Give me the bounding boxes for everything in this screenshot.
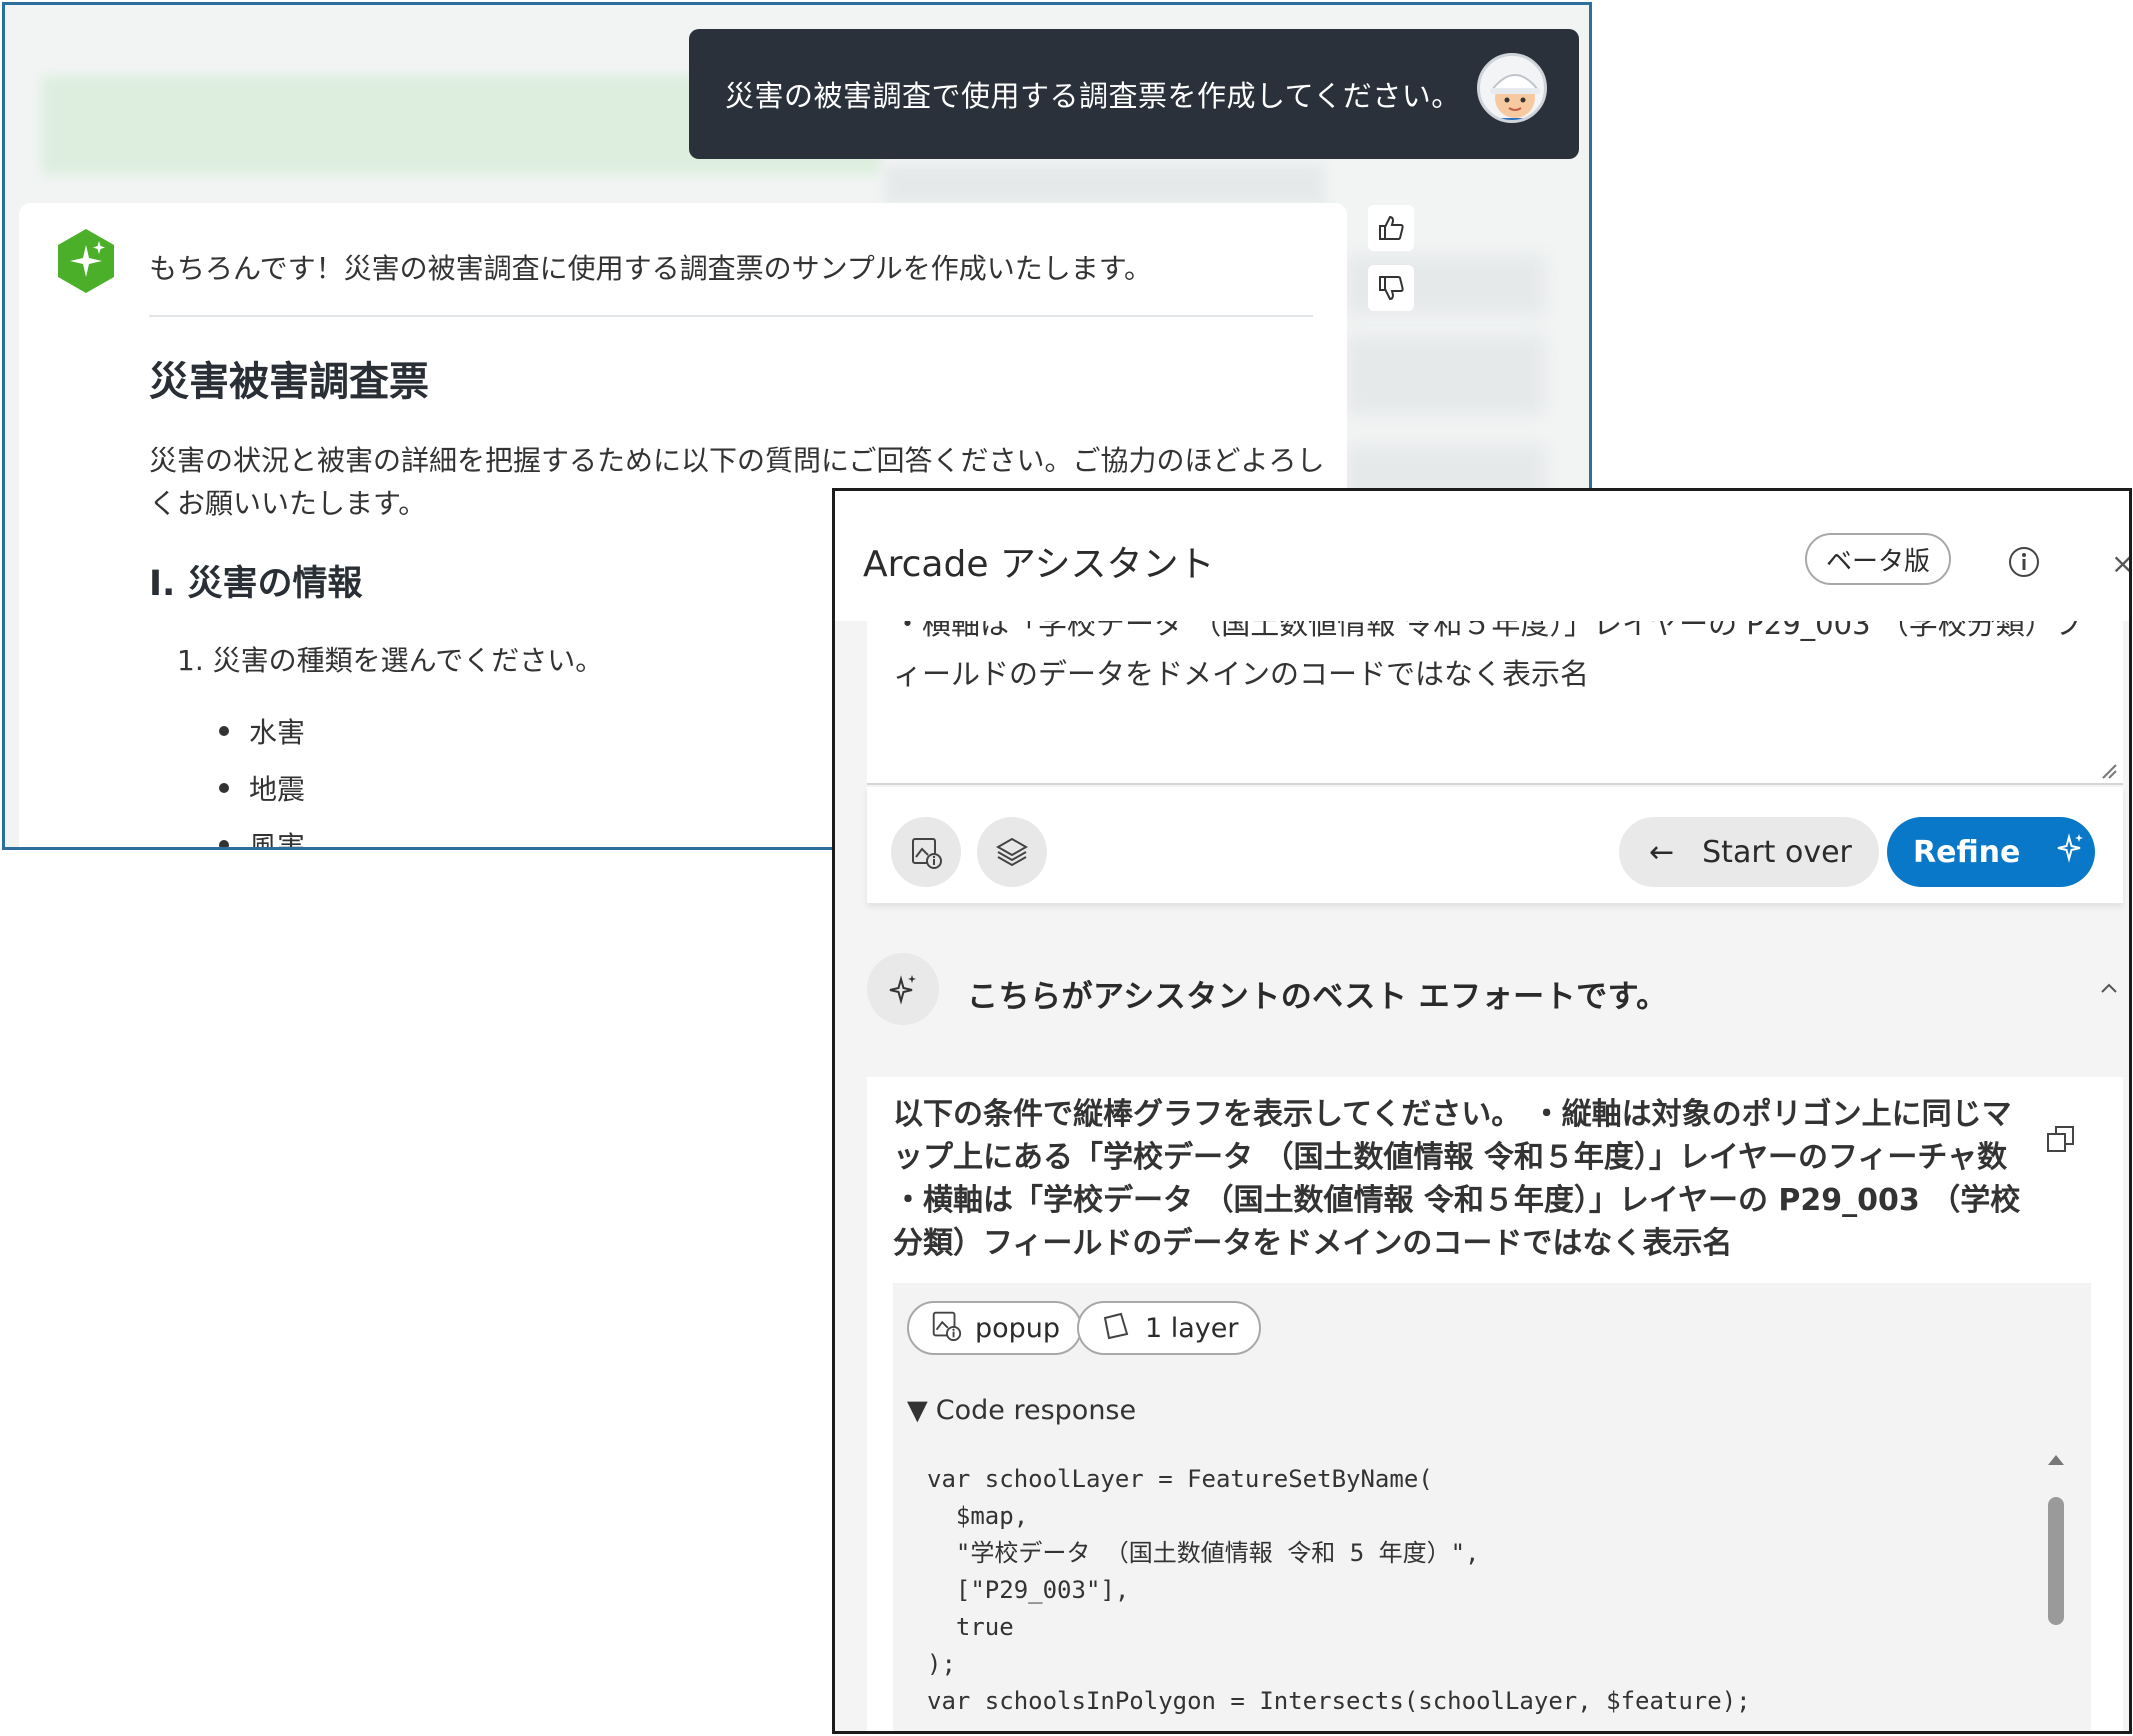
list-item: 風害	[218, 825, 305, 847]
refine-button[interactable]: Refine	[1887, 817, 2095, 887]
prompt-input[interactable]: ・横軸は「学校データ （国土数値情報 令和５年度）」レイヤーの P29_003 …	[867, 621, 2123, 785]
list-item: 地震	[218, 768, 305, 825]
copy-icon[interactable]	[2045, 1123, 2077, 1155]
sparkle-icon	[867, 953, 939, 1025]
divider	[149, 315, 1313, 317]
best-effort-text: こちらがアシスタントのベスト エフォートです。	[967, 979, 1668, 1015]
user-message-text: 災害の被害調査で使用する調査票を作成してください。	[725, 79, 1461, 113]
assistant-toolbar: ← Start over Refine	[867, 787, 2123, 903]
start-over-label: Start over	[1702, 834, 1852, 870]
thumbs-down-icon[interactable]	[1368, 265, 1414, 311]
result-prompt-text: 以下の条件で縦棒グラフを表示してください。 ・縦軸は対象のポリゴン上に同じマップ…	[893, 1097, 2021, 1261]
beta-badge: ベータ版	[1805, 533, 1951, 585]
start-over-button[interactable]: ← Start over	[1619, 817, 1879, 887]
result-card: 以下の条件で縦棒グラフを表示してください。 ・縦軸は対象のポリゴン上に同じマップ…	[867, 1077, 2123, 1731]
scrollbar-thumb[interactable]	[2048, 1497, 2064, 1625]
blurred-content	[1345, 335, 1545, 415]
chevron-up-icon[interactable]	[2097, 977, 2121, 1001]
code-panel: popup 1 layer ▼ Code response var school…	[893, 1283, 2091, 1731]
code-block[interactable]: var schoolLayer = FeatureSetByName( $map…	[927, 1461, 2017, 1720]
resize-handle-icon[interactable]	[2099, 761, 2117, 779]
assistant-header: Arcade アシスタント ベータ版 ×	[835, 491, 2129, 621]
popup-profile-icon[interactable]	[891, 817, 961, 887]
ai-intro-text: もちろんです！災害の被害調査に使用する調査票のサンプルを作成いたします。	[149, 252, 1152, 285]
best-effort-header[interactable]: こちらがアシスタントのベスト エフォートです。	[867, 953, 2123, 1033]
arcade-assistant-window: Arcade アシスタント ベータ版 × ・横軸は「学校データ （国土数値情報 …	[832, 488, 2132, 1734]
arrow-left-icon: ←	[1649, 834, 1675, 870]
layer-chip[interactable]: 1 layer	[1077, 1301, 1261, 1355]
worker-avatar-icon	[1477, 53, 1547, 123]
popup-profile-icon	[929, 1308, 963, 1349]
popup-chip-label: popup	[975, 1312, 1061, 1344]
option-list: 水害 地震 風害	[218, 711, 305, 847]
form-title: 災害被害調査票	[149, 359, 429, 405]
list-item: 水害	[218, 711, 305, 768]
info-icon[interactable]	[2007, 545, 2041, 579]
layer-icon	[1099, 1308, 1133, 1349]
layer-chip-label: 1 layer	[1145, 1312, 1239, 1344]
blurred-content	[885, 165, 1325, 205]
question-text: 1. 災害の種類を選んでください。	[177, 644, 604, 677]
user-message-bubble: 災害の被害調査で使用する調査票を作成してください。	[689, 29, 1579, 159]
code-response-toggle[interactable]: ▼ Code response	[907, 1395, 1136, 1426]
code-response-label: Code response	[935, 1395, 1137, 1426]
section-title: I. 災害の情報	[149, 564, 363, 604]
close-icon[interactable]: ×	[2111, 547, 2129, 580]
layers-icon[interactable]	[977, 817, 1047, 887]
sparkle-hexagon-icon	[55, 227, 117, 295]
refine-label: Refine	[1913, 834, 2021, 870]
popup-chip[interactable]: popup	[907, 1301, 1083, 1355]
sparkle-icon	[2052, 831, 2086, 873]
assistant-title: Arcade アシスタント	[863, 544, 1215, 585]
triangle-down-icon: ▼	[907, 1395, 928, 1426]
prompt-text[interactable]: ・横軸は「学校データ （国土数値情報 令和５年度）」レイヤーの P29_003 …	[893, 621, 2093, 699]
thumbs-up-icon[interactable]	[1368, 205, 1414, 251]
